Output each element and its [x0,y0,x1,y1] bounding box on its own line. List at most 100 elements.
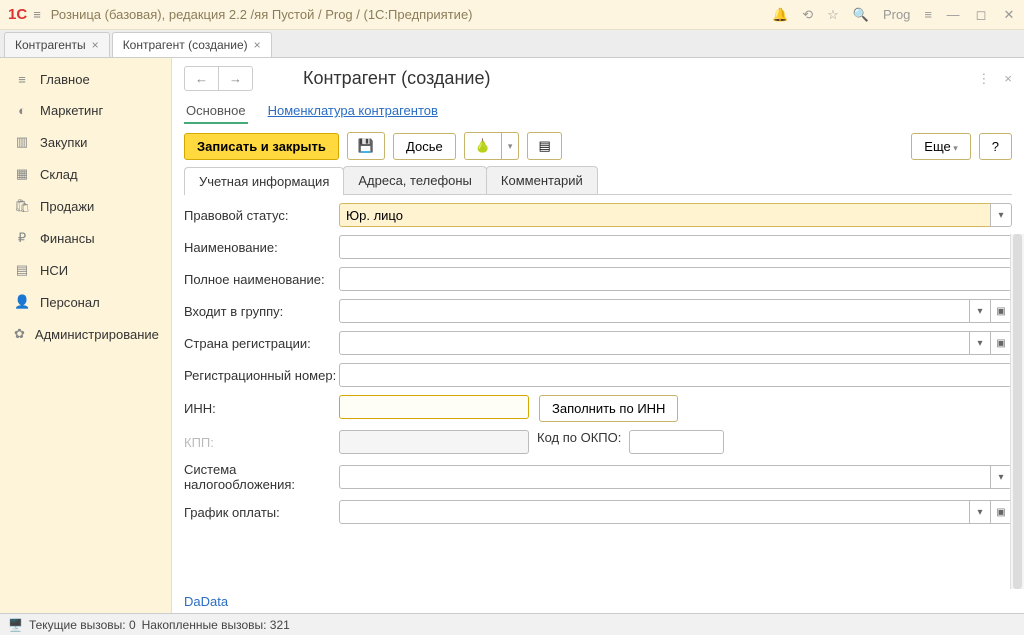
tab-close-icon[interactable]: × [254,38,261,52]
country-label: Страна регистрации: [184,336,339,351]
country-input[interactable] [339,331,970,355]
sales-icon: 🛍 [14,198,30,214]
search-icon[interactable]: 🔍 [853,7,869,23]
country-dropdown-button[interactable]: ▾ [969,331,991,355]
tab-label: Контрагенты [15,38,86,52]
close-page-icon[interactable]: × [1004,71,1012,87]
scrollbar-thumb[interactable] [1013,234,1022,589]
legal-status-input[interactable] [339,203,991,227]
dossier-button[interactable]: Досье [393,133,456,160]
sidebar-item-label: Администрирование [35,327,159,342]
group-label: Входит в группу: [184,304,339,319]
name-input[interactable] [339,235,1012,259]
sidebar-item-purchases[interactable]: ▥ Закупки [0,126,171,158]
form-tab-addresses[interactable]: Адреса, телефоны [343,166,487,194]
warehouse-icon: ▦ [14,166,30,182]
sidebar-item-label: Склад [40,167,78,182]
full-name-input[interactable] [339,267,1012,291]
kpp-input[interactable] [339,430,529,454]
dadata-link[interactable]: DaData [184,594,228,609]
okpo-label: Код по ОКПО: [537,430,621,454]
tab-contractor-create[interactable]: Контрагент (создание) × [112,32,272,57]
country-open-button[interactable]: ▣ [990,331,1012,355]
logo-1c: 1С [8,6,27,23]
sidebar-item-warehouse[interactable]: ▦ Склад [0,158,171,190]
save-close-button[interactable]: Записать и закрыть [184,133,339,160]
maximize-button[interactable]: ◻ [974,8,988,22]
sidebar-item-personnel[interactable]: 👤Персонал [0,286,171,318]
sidebar-item-marketing[interactable]: ◐ Маркетинг [0,95,171,126]
group-dropdown-button[interactable]: ▾ [969,299,991,323]
nsi-icon: ▤ [14,262,30,278]
statusbar: 🖥️ Текущие вызовы: 0 Накопленные вызовы:… [0,613,1024,635]
fill-dropdown-button[interactable]: ▾ [502,132,520,160]
name-label: Наименование: [184,240,339,255]
inn-label: ИНН: [184,401,339,416]
kpp-label: КПП: [184,435,339,450]
tab-close-icon[interactable]: × [92,38,99,52]
more-menu-icon[interactable]: ⋮ [977,71,990,87]
full-name-label: Полное наименование: [184,272,339,287]
window-title: Розница (базовая), редакция 2.2 /яя Пуст… [51,7,772,22]
status-current-calls: Текущие вызовы: 0 [29,618,136,632]
sidebar-item-label: Продажи [40,199,94,214]
tax-system-input[interactable] [339,465,991,489]
more-button[interactable]: Еще [911,133,970,160]
status-icon: 🖥️ [8,618,23,632]
sidebar-item-label: Закупки [40,135,87,150]
menu-lines-icon[interactable]: ≡ [924,7,932,22]
sidebar-item-label: Финансы [40,231,95,246]
okpo-input[interactable] [629,430,724,454]
payment-schedule-input[interactable] [339,500,970,524]
payment-schedule-dropdown-button[interactable]: ▾ [969,500,991,524]
sidebar-item-sales[interactable]: 🛍 Продажи [0,190,171,222]
group-open-button[interactable]: ▣ [990,299,1012,323]
sidebar-item-admin[interactable]: ✿Администрирование [0,318,171,350]
help-button[interactable]: ? [979,133,1012,160]
tabbar: Контрагенты × Контрагент (создание) × [0,30,1024,58]
sidebar-item-finance[interactable]: ₽Финансы [0,222,171,254]
subtab-nomenclature[interactable]: Номенклатура контрагентов [266,99,440,124]
nav-buttons: ← → [184,66,253,91]
vertical-scrollbar[interactable] [1010,234,1024,589]
nav-forward-button[interactable]: → [219,67,252,90]
tab-contractors[interactable]: Контрагенты × [4,32,110,57]
titlebar: 1С ≡ Розница (базовая), редакция 2.2 /яя… [0,0,1024,30]
sidebar: ≡Главное ◐ Маркетинг ▥ Закупки ▦ Склад 🛍 Про… [0,58,172,613]
legal-status-label: Правовой статус: [184,208,339,223]
sidebar-item-nsi[interactable]: ▤ НСИ [0,254,171,286]
prog-label[interactable]: Prog [883,7,910,22]
list-button[interactable]: ▤ [527,132,561,160]
status-accumulated-calls: Накопленные вызовы: 321 [142,618,290,632]
page-title: Контрагент (создание) [303,68,490,89]
menu-icon[interactable]: ≡ [33,7,41,22]
save-button[interactable]: 💾 [347,132,385,160]
inn-input[interactable] [339,395,529,419]
star-icon[interactable]: ☆ [827,7,839,23]
form-tab-comment[interactable]: Комментарий [486,166,598,194]
sidebar-item-label: НСИ [40,263,68,278]
bell-icon[interactable]: 🔔 [772,7,788,23]
marketing-icon: ◐ [14,103,30,118]
form-tab-account-info[interactable]: Учетная информация [184,167,344,195]
legal-status-dropdown-button[interactable]: ▾ [990,203,1012,227]
close-button[interactable]: ✕ [1002,8,1016,22]
history-icon[interactable]: ⟲ [802,7,813,23]
sidebar-item-main[interactable]: ≡Главное [0,64,171,95]
sidebar-item-label: Маркетинг [40,103,103,118]
tab-label: Контрагент (создание) [123,38,248,52]
reg-number-input[interactable] [339,363,1012,387]
reg-number-label: Регистрационный номер: [184,368,339,383]
payment-schedule-label: График оплаты: [184,505,339,520]
group-input[interactable] [339,299,970,323]
sidebar-item-label: Главное [40,72,90,87]
nav-back-button[interactable]: ← [185,67,219,90]
fill-button[interactable]: 🍐 [464,132,502,160]
purchases-icon: ▥ [14,134,30,150]
tax-system-dropdown-button[interactable]: ▾ [990,465,1012,489]
minimize-button[interactable]: — [946,8,960,22]
subtab-main[interactable]: Основное [184,99,248,124]
payment-schedule-open-button[interactable]: ▣ [990,500,1012,524]
tax-system-label: Система налогообложения: [184,462,339,492]
fill-by-inn-button[interactable]: Заполнить по ИНН [539,395,678,422]
